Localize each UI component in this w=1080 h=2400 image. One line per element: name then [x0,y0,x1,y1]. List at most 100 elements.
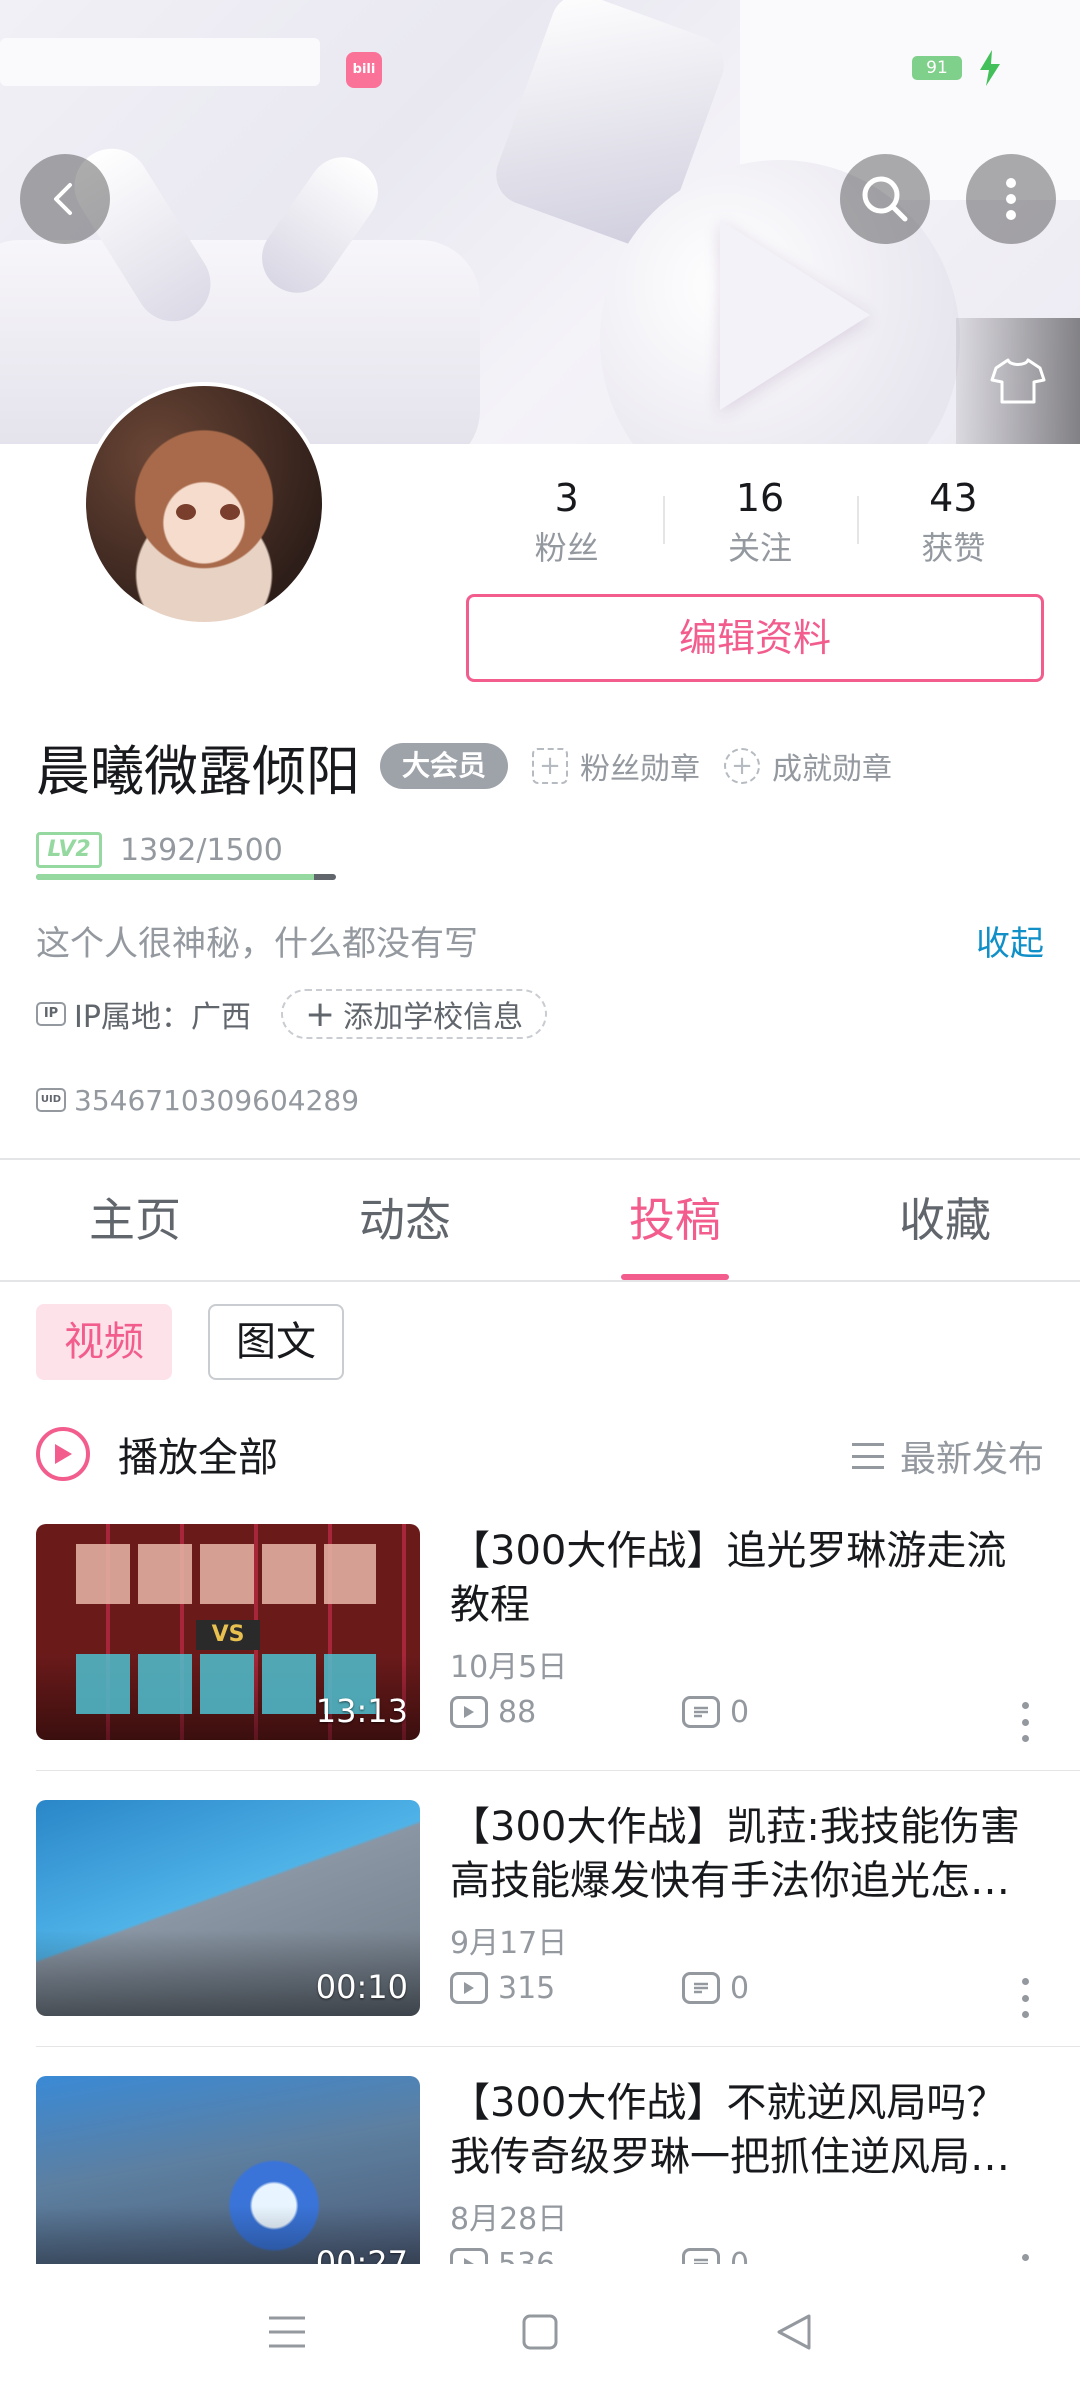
stat-followers[interactable]: 3 粉丝 [470,470,663,580]
tab-home[interactable]: 主页 [0,1160,270,1280]
stat-following[interactable]: 16 关注 [663,470,856,580]
list-divider [36,2046,1080,2047]
stat-label: 关注 [727,529,792,567]
back-button[interactable] [20,154,110,244]
play-circle-icon [36,1427,90,1481]
uid-value: 3546710309604289 [74,1083,360,1117]
video-more-button[interactable] [1022,1702,1030,1742]
ip-location: IP属地：广西 [74,1000,251,1035]
thumbnail-vs-mark: VS [196,1620,260,1650]
video-thumbnail[interactable]: VS 13:13 [36,1524,420,1740]
add-school-label: 添加学校信息 [343,1000,524,1035]
search-icon [862,176,908,222]
chevron-left-icon [54,183,72,215]
play-count: 315 [498,1970,556,2006]
avatar[interactable] [82,382,326,626]
achievement-medal-button[interactable]: + 成就勋章 [724,744,892,788]
stat-value: 43 [929,476,978,520]
fan-medal-button[interactable]: + 粉丝勋章 [532,744,700,788]
back-nav-button[interactable] [753,2292,833,2372]
edit-profile-button[interactable]: 编辑资料 [466,594,1044,682]
sort-label: 最新发布 [899,1439,1044,1480]
recent-apps-button[interactable] [247,2292,327,2372]
level-badge: LV2 [36,832,102,868]
sort-button[interactable]: 最新发布 [851,1430,1044,1482]
plus-badge-icon: + [724,748,761,784]
stat-value: 3 [554,476,579,520]
comment-count-icon [682,1696,720,1728]
video-duration: 00:27 [315,2244,408,2264]
video-date: 9月17日 [450,1926,568,1961]
video-title[interactable]: 【300大作战】不就逆风局吗？我传奇级罗琳一把抓住逆风局翻盘 [450,2076,1044,2184]
video-item[interactable]: 00:27 【300大作战】不就逆风局吗？我传奇级罗琳一把抓住逆风局翻盘 8月2… [0,2076,1080,2264]
video-comments: 0 [682,1695,914,1730]
filter-video[interactable]: 视频 [36,1304,172,1380]
video-stats: 536 0 [450,2244,1050,2264]
status-bar-redacted [0,38,320,86]
play-count-icon [450,1972,488,2004]
profile-banner: bili 91 [0,0,1080,444]
play-all-button[interactable]: 播放全部 [36,1420,278,1488]
comment-count: 0 [730,1694,750,1730]
video-thumbnail[interactable]: 00:27 [36,2076,420,2264]
banner-play-shape [720,220,870,410]
stat-value: 16 [735,476,785,520]
add-school-button[interactable]: + 添加学校信息 [280,989,548,1039]
username: 晨曦微露倾阳 [36,739,360,803]
stat-label: 粉丝 [534,529,599,567]
comment-count: 0 [730,2246,750,2265]
play-count: 536 [498,2246,556,2265]
comment-count-icon [682,1972,720,2004]
tab-dynamic[interactable]: 动态 [270,1160,540,1280]
video-plays: 315 [450,1971,682,2006]
video-more-button[interactable] [1022,2254,1030,2264]
system-navigation-bar [0,2264,1080,2400]
video-plays: 88 [450,1695,682,1730]
exp-progress-bar [36,874,336,880]
level-row[interactable]: LV2 1392/1500 [36,826,283,874]
dress-up-button[interactable] [956,318,1080,444]
stat-likes[interactable]: 43 获赞 [856,470,1050,580]
collapse-link[interactable]: 收起 [976,916,1044,965]
tabs-divider [0,1280,1080,1282]
home-button[interactable] [500,2292,580,2372]
menu-lines-icon [268,2316,305,2348]
video-title[interactable]: 【300大作战】追光罗琳游走流教程 [450,1524,1044,1632]
video-date: 8月28日 [450,2202,568,2237]
uid-badge-icon: UID [36,1088,66,1112]
sort-lines-icon [851,1443,884,1469]
signature-text[interactable]: 这个人很神秘，什么都没有写 [36,916,478,965]
vip-badge[interactable]: 大会员 [380,743,509,789]
avatar-detail [176,504,196,520]
video-item[interactable]: 00:10 【300大作战】凯菈:我技能伤害高技能爆发快有手法你追光怎么玩 9月… [0,1800,1080,2076]
plus-icon: + [304,993,336,1035]
content-type-filter: 视频 图文 [36,1304,380,1380]
video-more-button[interactable] [1022,1978,1030,2018]
video-thumbnail[interactable]: 00:10 [36,1800,420,2016]
video-item[interactable]: VS 13:13 【300大作战】追光罗琳游走流教程 10月5日 88 0 [0,1524,1080,1800]
search-button[interactable] [840,154,930,244]
uid-row[interactable]: UID 3546710309604289 [36,1078,359,1122]
play-all-label: 播放全部 [118,1435,278,1481]
video-title[interactable]: 【300大作战】凯菈:我技能伤害高技能爆发快有手法你追光怎么玩 [450,1800,1044,1908]
comment-count: 0 [730,1970,750,2006]
profile-stats: 3 粉丝 16 关注 43 获赞 [470,470,1050,580]
name-row: 晨曦微露倾阳 大会员 + 粉丝勋章 + 成就勋章 [36,726,892,806]
exp-progress-fill [36,874,315,880]
triangle-back-icon [777,2314,811,2350]
charging-icon [980,50,1000,86]
ip-badge-icon: IP [36,1002,66,1026]
stat-label: 获赞 [921,529,986,567]
more-options-button[interactable] [966,154,1056,244]
tshirt-icon [990,358,1046,404]
tab-uploads[interactable]: 投稿 [540,1160,810,1280]
list-divider [36,1770,1080,1771]
video-date: 10月5日 [450,1650,568,1685]
play-count: 88 [498,1694,537,1730]
bilibili-app-icon: bili [346,52,382,88]
fan-medal-label: 粉丝勋章 [580,752,701,787]
square-icon [522,2314,558,2350]
video-comments: 0 [682,1971,914,2006]
filter-article[interactable]: 图文 [208,1304,344,1380]
tab-favorites[interactable]: 收藏 [810,1160,1080,1280]
